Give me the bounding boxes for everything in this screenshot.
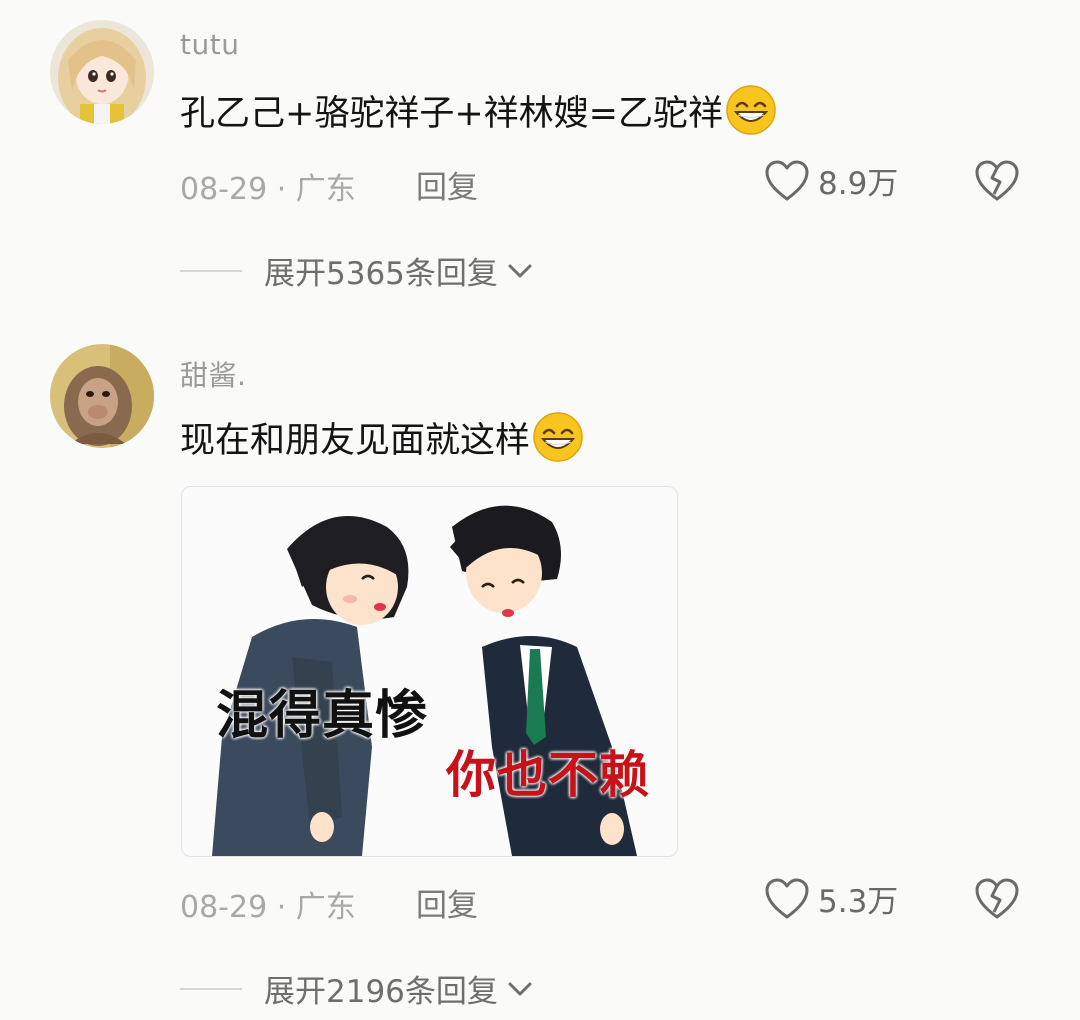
reply-button[interactable]: 回复 xyxy=(416,162,478,207)
broken-heart-icon xyxy=(975,160,1019,201)
dislike-button[interactable] xyxy=(974,160,1020,206)
grinning-sweat-emoji-icon xyxy=(726,85,776,135)
meme-caption-right: 你也不赖 xyxy=(446,746,650,804)
expand-replies-label: 展开2196条回复 xyxy=(264,974,498,1010)
like-button[interactable]: 5.3万 xyxy=(764,876,898,921)
comment-text: 现在和朋友见面就这样 xyxy=(180,410,584,464)
divider xyxy=(180,987,242,990)
date-location: 08-29 · 广东 xyxy=(180,890,356,925)
meme-caption-left: 混得真惨 xyxy=(216,686,429,746)
like-count: 8.9万 xyxy=(818,166,899,202)
comment-text-body: 现在和朋友见面就这样 xyxy=(180,420,531,461)
heart-outline-icon xyxy=(765,160,809,200)
like-button[interactable]: 8.9万 xyxy=(764,158,898,203)
comment-text: 孔乙己+骆驼祥子+祥林嫂=乙驼祥 xyxy=(180,84,777,136)
chevron-down-icon xyxy=(508,982,532,995)
avatar[interactable] xyxy=(50,20,154,124)
expand-replies[interactable]: 展开5365条回复 xyxy=(180,248,534,293)
comment-item: tutu 孔乙己+骆驼祥子+祥林嫂=乙驼祥 08-29 · 广东 回复 8.9万… xyxy=(0,0,1080,300)
dislike-button[interactable] xyxy=(974,878,1020,924)
heart-outline-icon xyxy=(765,878,809,918)
username[interactable]: tutu xyxy=(180,28,239,61)
divider xyxy=(180,269,242,272)
expand-replies-label: 展开5365条回复 xyxy=(264,256,498,292)
comment-text-body: 孔乙己+骆驼祥子+祥林嫂=乙驼祥 xyxy=(180,93,723,134)
broken-heart-icon xyxy=(975,878,1019,919)
comment-image[interactable]: 混得真惨 你也不赖 xyxy=(181,486,678,857)
date-location: 08-29 · 广东 xyxy=(180,172,356,207)
username[interactable]: 甜酱. xyxy=(180,354,246,394)
grinning-sweat-emoji-icon xyxy=(533,412,583,462)
chevron-down-icon xyxy=(508,264,532,277)
like-count: 5.3万 xyxy=(818,884,899,920)
expand-replies[interactable]: 展开2196条回复 xyxy=(180,966,534,1011)
avatar[interactable] xyxy=(50,344,154,448)
reply-button[interactable]: 回复 xyxy=(416,880,478,925)
